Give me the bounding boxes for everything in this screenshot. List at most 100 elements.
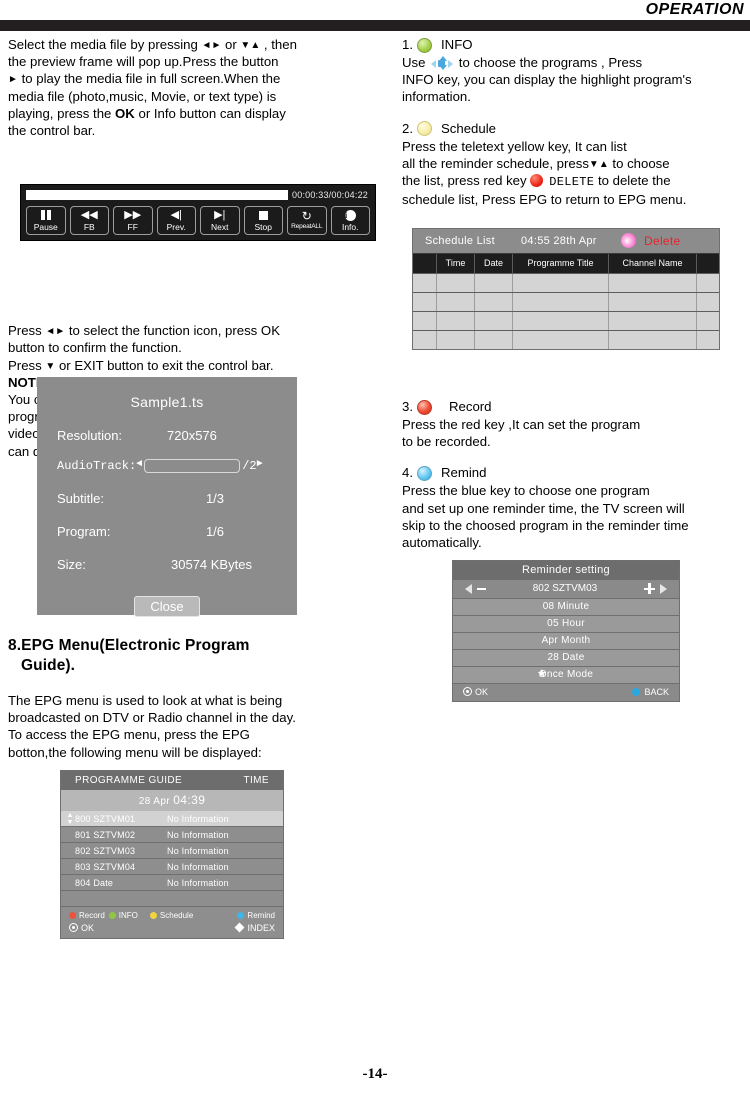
table-row[interactable]: 803 SZTVM04 No Information [61, 859, 283, 875]
item3-line1: Press the red key ,It can set the progra… [402, 417, 641, 432]
up-down-scroll-icon[interactable]: ▲ ▼ [65, 812, 75, 826]
table-row[interactable]: 802 SZTVM03 No Information [61, 843, 283, 859]
reminder-item-mode[interactable]: ★ Once Mode [453, 666, 679, 683]
subtitle-row: Subtitle: 1/3 [37, 491, 297, 506]
next-button-label: Next [211, 221, 229, 232]
key-remind-label: Remind [247, 911, 275, 920]
audiotrack-prev-icon[interactable] [136, 460, 142, 470]
prev-button[interactable]: ◀| Prev. [156, 206, 196, 235]
left-triangle-icon[interactable] [465, 583, 472, 594]
program-row: Program: 1/6 [37, 524, 297, 539]
schedule-list-body [413, 273, 719, 349]
info-button[interactable]: i Info. [330, 206, 370, 235]
key-record[interactable]: Record [69, 911, 105, 920]
key-remind[interactable]: Remind [237, 911, 275, 920]
next-button[interactable]: ▶| Next [200, 206, 240, 235]
item4-heading: 4. Remind [402, 464, 746, 482]
intro-text-a: Select the media file by pressing [8, 37, 198, 52]
pause-button[interactable]: Pause [26, 206, 66, 235]
item2-line3-b: to delete the [597, 173, 671, 189]
reminder-channel-value: 802 SZTVM03 [532, 583, 598, 594]
reminder-back-hint[interactable]: BACK [632, 687, 669, 697]
playback-progress-bar[interactable] [26, 190, 288, 200]
stop-button[interactable]: Stop [243, 206, 283, 235]
reminder-item-date[interactable]: 28 Date [453, 649, 679, 666]
column-header-channel-name: Channel Name [609, 254, 697, 273]
table-row[interactable] [413, 292, 719, 311]
reminder-decrease-controls[interactable] [465, 583, 486, 594]
key-info[interactable]: INFO [108, 911, 138, 920]
table-row[interactable] [413, 330, 719, 349]
press-text-b: to select the function icon, press OK [68, 323, 280, 339]
item2-line4: schedule list, Press EPG to return to EP… [402, 192, 687, 208]
up-arrow-icon-3 [599, 159, 609, 170]
table-row[interactable] [413, 273, 719, 292]
table-row[interactable] [413, 311, 719, 330]
item3-body: Press the red key ,It can set the progra… [402, 416, 746, 450]
table-row[interactable]: 801 SZTVM02 No Information [61, 827, 283, 843]
repeat-all-button-label: RepeatALL [291, 222, 323, 230]
navigation-pad-icon [431, 56, 454, 70]
down-arrow-icon-3 [589, 159, 599, 170]
reminder-item-minute[interactable]: 08 Minute [453, 598, 679, 615]
resolution-label: Resolution: [57, 428, 123, 443]
intro-text-g: playing, press the [8, 105, 112, 121]
reminder-channel-row[interactable]: 802 SZTVM03 [453, 580, 679, 598]
subtitle-value: 1/3 [205, 491, 225, 506]
reminder-item-month[interactable]: Apr Month [453, 632, 679, 649]
ok-hint[interactable]: OK [69, 923, 94, 933]
size-value: 30574 KBytes [171, 557, 252, 572]
audiotrack-value-box[interactable] [144, 459, 241, 473]
item1-heading: 1. INFO [402, 36, 746, 54]
left-arrow-icon [202, 40, 212, 51]
key-info-label: INFO [118, 911, 138, 920]
pause-icon [40, 209, 52, 222]
audiotrack-row[interactable]: AudioTrack: /2 [37, 459, 297, 473]
resolution-row: Resolution: 720x576 [37, 428, 297, 443]
key-schedule[interactable]: Schedule [149, 911, 234, 920]
page-number: -14- [362, 1066, 388, 1082]
table-row[interactable]: 804 Date No Information [61, 875, 283, 891]
intro-text-c: , then [263, 37, 297, 52]
item1-title: INFO [441, 37, 473, 52]
channel-name: 804 Date [75, 877, 114, 888]
index-hint[interactable]: INDEX [235, 922, 275, 933]
item1-body: Use to choose the programs , Press INFO … [402, 54, 746, 106]
resolution-value: 720x576 [167, 428, 217, 443]
item1-number: 1. [402, 37, 413, 52]
media-info-title: Sample1.ts [130, 394, 204, 410]
ff-button[interactable]: ▶▶ FF [113, 206, 153, 235]
press-text-a: Press [8, 323, 42, 339]
fb-button-label: FB [83, 221, 95, 232]
programme-info: No Information [167, 877, 229, 888]
reminder-ok-hint[interactable]: OK [463, 687, 488, 697]
right-triangle-icon[interactable] [659, 583, 667, 594]
reminder-setting-title: Reminder setting [453, 561, 679, 580]
media-control-bar[interactable]: 00:00:33/00:04:22 Pause ◀◀ FB ▶▶ FF ◀| P… [20, 184, 376, 241]
plus-icon[interactable] [643, 583, 655, 594]
section-heading-line-1: 8.EPG Menu(Electronic Program [8, 637, 250, 654]
delete-key-icon [621, 233, 636, 248]
schedule-dot-icon [149, 912, 157, 919]
close-button[interactable]: Close [134, 596, 200, 617]
fb-button[interactable]: ◀◀ FB [69, 206, 109, 235]
table-row[interactable]: ▲ ▼ 800 SZTVM01 No Information [61, 811, 283, 827]
column-header-blank-left [413, 254, 437, 273]
minus-icon[interactable] [477, 587, 486, 590]
key-record-label: Record [79, 911, 105, 920]
blue-key-icon [417, 465, 432, 481]
audiotrack-next-icon[interactable] [257, 460, 263, 470]
item3-line2: to be recorded. [402, 434, 491, 450]
reminder-increase-controls[interactable] [643, 583, 667, 594]
red-key-icon [529, 174, 543, 188]
item4-body: Press the blue key to choose one program… [402, 482, 746, 551]
size-label: Size: [57, 557, 86, 572]
repeat-all-button[interactable]: ↻ RepeatALL [287, 206, 327, 235]
ok-hint-label: OK [81, 923, 95, 933]
item2-line1: Press the teletext yellow key, It can li… [402, 138, 627, 154]
yellow-key-icon [417, 121, 432, 137]
schedule-list-panel: Schedule List 04:55 28th Apr Delete Time… [412, 228, 720, 350]
delete-label[interactable]: Delete [644, 234, 681, 248]
reminder-item-hour[interactable]: 05 Hour [453, 615, 679, 632]
info-button-label: Info. [341, 221, 359, 232]
